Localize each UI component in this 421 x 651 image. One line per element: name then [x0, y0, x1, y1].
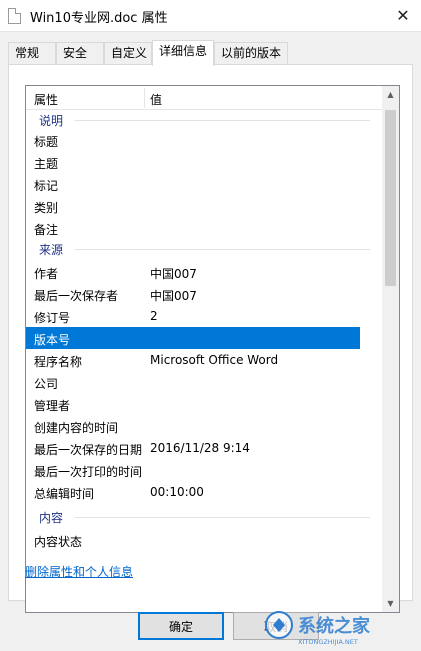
- property-value: 00:10:00: [150, 485, 204, 499]
- property-name: 内容状态: [34, 535, 83, 549]
- cancel-button[interactable]: 取消: [233, 612, 319, 640]
- property-row[interactable]: 总编辑时间 00:10:00: [26, 481, 360, 503]
- property-row[interactable]: 类别: [26, 195, 360, 217]
- property-value: 2: [150, 309, 158, 323]
- property-row[interactable]: 管理者: [26, 393, 360, 415]
- property-row[interactable]: 程序名称 Microsoft Office Word: [26, 349, 360, 371]
- group-label: 内容: [39, 510, 64, 525]
- tab-custom[interactable]: 自定义: [104, 42, 152, 65]
- properties-list[interactable]: 属性 值 说明 标题 主题 标记 类别 备注 来源 作者 中国007 最后一次保存者 中国007 修订…: [25, 85, 400, 613]
- property-name: 版本号: [34, 333, 71, 347]
- property-name: 创建内容的时间: [34, 421, 119, 435]
- remove-properties-link[interactable]: 删除属性和个人信息: [25, 563, 133, 580]
- property-name: 修订号: [34, 311, 71, 325]
- property-value: 中国007: [150, 289, 197, 303]
- property-name: 标题: [34, 135, 59, 149]
- property-row[interactable]: 版本号: [26, 327, 360, 349]
- property-name: 程序名称: [34, 355, 83, 369]
- property-row[interactable]: 标题: [26, 129, 360, 151]
- column-header: 属性 值: [26, 86, 384, 110]
- scroll-down-arrow[interactable]: ▼: [382, 595, 399, 612]
- scroll-thumb[interactable]: [385, 110, 396, 286]
- property-name: 标记: [34, 179, 59, 193]
- group-header: 说明: [39, 111, 370, 129]
- column-separator[interactable]: [144, 88, 145, 108]
- group-header: 内容: [39, 508, 370, 526]
- document-icon: [8, 8, 21, 24]
- ok-button[interactable]: 确定: [138, 612, 224, 640]
- group-divider: [75, 517, 370, 518]
- group-divider: [75, 249, 370, 250]
- property-name: 最后一次保存者: [34, 289, 119, 303]
- tab-general[interactable]: 常规: [8, 42, 56, 65]
- property-row[interactable]: 创建内容的时间: [26, 415, 360, 437]
- scroll-up-arrow[interactable]: ▲: [382, 86, 399, 103]
- column-header-value[interactable]: 值: [150, 91, 162, 108]
- column-header-property[interactable]: 属性: [34, 91, 58, 108]
- tab-previous-versions[interactable]: 以前的版本: [214, 42, 288, 65]
- property-name: 公司: [34, 377, 59, 391]
- property-row[interactable]: 最后一次打印的时间: [26, 459, 360, 481]
- tab-security[interactable]: 安全: [56, 42, 104, 65]
- property-row[interactable]: 内容状态: [26, 529, 360, 551]
- group-divider: [75, 120, 370, 121]
- property-row[interactable]: 最后一次保存的日期 2016/11/28 9:14: [26, 437, 360, 459]
- vertical-scrollbar[interactable]: ▲ ▼: [382, 86, 399, 612]
- property-name: 备注: [34, 223, 59, 237]
- property-value: Microsoft Office Word: [150, 353, 279, 367]
- property-name: 总编辑时间: [34, 487, 95, 501]
- property-row[interactable]: 修订号 2: [26, 305, 360, 327]
- property-row[interactable]: 最后一次保存者 中国007: [26, 283, 360, 305]
- property-row[interactable]: 标记: [26, 173, 360, 195]
- group-label: 说明: [39, 113, 64, 128]
- property-name: 作者: [34, 267, 59, 281]
- property-name: 主题: [34, 157, 59, 171]
- details-panel: 属性 值 说明 标题 主题 标记 类别 备注 来源 作者 中国007 最后一次保存者 中国007 修订…: [8, 64, 413, 613]
- property-name: 最后一次保存的日期: [34, 443, 143, 457]
- group-header: 来源: [39, 240, 370, 258]
- property-row[interactable]: 作者 中国007: [26, 261, 360, 283]
- property-row[interactable]: 公司: [26, 371, 360, 393]
- tab-details[interactable]: 详细信息: [152, 40, 214, 66]
- property-value: 中国007: [150, 267, 197, 281]
- property-row[interactable]: 主题: [26, 151, 360, 173]
- group-label: 来源: [39, 242, 64, 257]
- property-value: 2016/11/28 9:14: [150, 441, 250, 455]
- property-name: 最后一次打印的时间: [34, 465, 143, 479]
- property-name: 管理者: [34, 399, 71, 413]
- tab-strip: 常规 安全 自定义 详细信息 以前的版本: [8, 40, 413, 66]
- close-button[interactable]: ✕: [385, 0, 421, 31]
- property-name: 类别: [34, 201, 59, 215]
- window-title: Win10专业网.doc 属性: [30, 11, 168, 26]
- title-bar: Win10专业网.doc 属性 ✕: [0, 0, 421, 32]
- property-row[interactable]: 备注: [26, 217, 360, 239]
